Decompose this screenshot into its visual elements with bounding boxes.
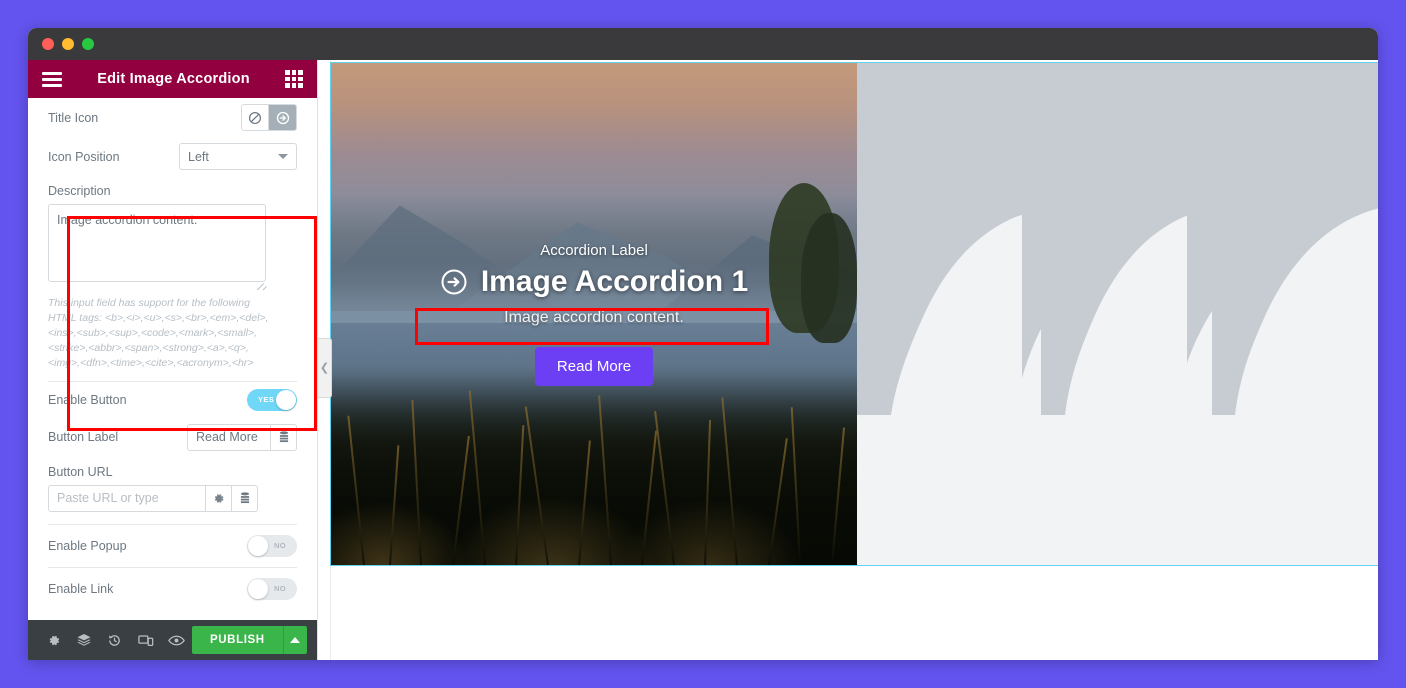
editor-panel: Edit Image Accordion Title Icon Icon Pos… — [28, 60, 318, 660]
description-field-wrap — [48, 204, 267, 291]
none-icon[interactable] — [242, 105, 269, 130]
panel-collapse-handle[interactable]: ❮ — [318, 338, 332, 398]
toggle-knob — [248, 535, 268, 556]
grid-icon[interactable] — [285, 70, 303, 88]
page-canvas[interactable]: Accordion Label Image Accordion 1 Image … — [330, 60, 1378, 660]
read-more-button[interactable]: Read More — [534, 347, 654, 386]
control-label-enable-link: Enable Link — [48, 581, 114, 596]
control-label-button-url: Button URL — [48, 464, 113, 479]
caret-up-icon — [290, 637, 301, 643]
description-help-text: This input field has support for the fol… — [48, 297, 269, 369]
controls-section: Title Icon Icon Position Left Descriptio… — [28, 98, 317, 381]
window-close-button[interactable] — [42, 38, 54, 50]
accordion-content-overlay: Accordion Label Image Accordion 1 Image … — [331, 63, 857, 565]
button-controls-section: Enable Button YES Button Label Read More — [28, 382, 317, 512]
title-icon-choices[interactable] — [241, 104, 297, 131]
enable-button-state: YES — [258, 395, 275, 405]
arrow-circle-right-icon[interactable] — [269, 105, 296, 130]
placeholder-graphic — [857, 63, 1378, 565]
control-label-enable-button: Enable Button — [48, 392, 127, 407]
popup-controls-section: Enable Popup NO — [28, 525, 317, 567]
history-icon[interactable] — [100, 620, 131, 660]
button-url-input-group: Paste URL or type — [48, 484, 297, 512]
responsive-icon[interactable] — [130, 620, 161, 660]
control-enable-link: Enable Link NO — [48, 568, 297, 610]
button-label-input[interactable]: Read More — [187, 423, 271, 451]
control-label-icon-position: Icon Position — [48, 149, 120, 164]
control-label-button-label: Button Label — [48, 430, 119, 445]
editor-footer-toolbar: PUBLISH — [28, 620, 317, 660]
enable-button-toggle[interactable]: YES — [247, 388, 297, 411]
control-label-title-icon: Title Icon — [48, 110, 99, 125]
image-accordion-widget[interactable]: Accordion Label Image Accordion 1 Image … — [330, 62, 1378, 566]
button-label-input-group: Read More — [187, 423, 297, 451]
control-label-description: Description — [48, 184, 111, 198]
control-enable-button: Enable Button YES — [48, 382, 297, 418]
icon-position-select[interactable]: Left — [179, 143, 297, 170]
button-url-input[interactable]: Paste URL or type — [48, 484, 206, 512]
dynamic-tags-icon[interactable] — [232, 484, 258, 512]
toggle-knob — [276, 389, 296, 410]
window-titlebar — [28, 28, 1378, 60]
gear-icon[interactable] — [206, 484, 232, 512]
window-maximize-button[interactable] — [82, 38, 94, 50]
chevron-down-icon — [278, 154, 288, 159]
preview-area: ❮ Accordion Label Image Accordion 1 Imag… — [318, 60, 1378, 660]
description-textarea[interactable] — [48, 204, 266, 282]
toggle-knob — [248, 578, 268, 599]
accordion-label: Accordion Label — [540, 242, 648, 259]
accordion-item-closed[interactable] — [857, 63, 1378, 565]
chevron-left-icon: ❮ — [319, 361, 330, 374]
browser-window: Edit Image Accordion Title Icon Icon Pos… — [28, 28, 1378, 660]
enable-popup-toggle[interactable]: NO — [247, 534, 297, 557]
accordion-title: Image Accordion 1 — [480, 265, 749, 298]
publish-button[interactable]: PUBLISH — [191, 626, 283, 654]
accordion-item-open[interactable]: Accordion Label Image Accordion 1 Image … — [331, 63, 857, 565]
enable-popup-state: NO — [273, 541, 286, 551]
publish-options-button[interactable] — [282, 626, 307, 654]
editor-controls-scroll[interactable]: Title Icon Icon Position Left Descriptio… — [28, 98, 317, 620]
control-title-icon: Title Icon — [48, 98, 297, 137]
enable-link-toggle[interactable]: NO — [247, 577, 297, 600]
link-controls-section: Enable Link NO — [28, 568, 317, 610]
enable-link-state: NO — [273, 584, 286, 594]
navigator-icon[interactable] — [69, 620, 100, 660]
icon-position-value: Left — [188, 149, 209, 164]
control-label-enable-popup: Enable Popup — [48, 538, 127, 553]
control-icon-position: Icon Position Left — [48, 137, 297, 176]
hamburger-icon[interactable] — [42, 71, 62, 87]
window-minimize-button[interactable] — [62, 38, 74, 50]
control-enable-popup: Enable Popup NO — [48, 525, 297, 567]
accordion-title-row: Image Accordion 1 — [440, 265, 748, 299]
dynamic-tags-icon[interactable] — [271, 423, 297, 451]
settings-icon[interactable] — [38, 620, 69, 660]
arrow-circle-right-icon — [440, 268, 468, 296]
accordion-description: Image accordion content. — [504, 309, 684, 326]
preview-icon[interactable] — [161, 620, 192, 660]
page-title: Edit Image Accordion — [97, 71, 250, 87]
control-button-label: Button Label Read More — [48, 418, 297, 457]
editor-panel-header: Edit Image Accordion — [28, 60, 317, 98]
